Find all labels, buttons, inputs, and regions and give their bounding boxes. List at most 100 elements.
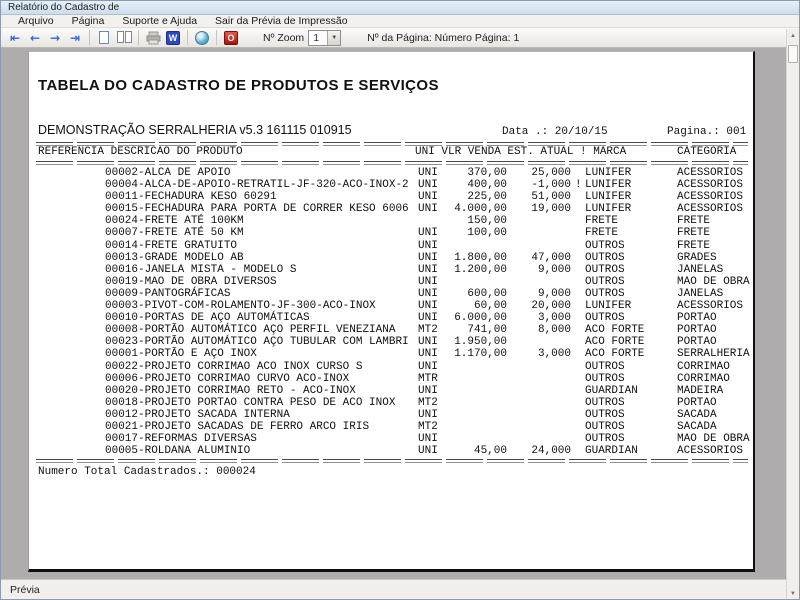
cell-categoria: PORTAO: [677, 336, 717, 348]
chevron-down-icon[interactable]: ▼: [327, 31, 340, 45]
cell-est-atual: 24,000: [515, 445, 571, 457]
column-header-referencia: REFERENCIA DESCRICAO DO PRODUTO: [38, 146, 243, 158]
cell-descricao: 00024-FRETE ATÉ 100KM: [105, 215, 244, 227]
two-page-view-button[interactable]: [116, 30, 132, 46]
menu-bar: Arquivo Página Suporte e Ajuda Sair da P…: [1, 15, 799, 28]
status-bar: Prévia: [1, 579, 800, 600]
first-page-icon: ⇤: [10, 31, 20, 45]
toolbar-separator: [216, 30, 217, 45]
vertical-scrollbar[interactable]: ▲ ▼: [786, 29, 799, 600]
cell-descricao: 00015-FECHADURA PARA PORTA DE CORRER KES…: [105, 203, 409, 215]
cell-marca: FRETE: [585, 227, 618, 239]
single-page-view-button[interactable]: [96, 30, 112, 46]
cell-uni: MT2: [418, 397, 438, 409]
cell-descricao: 00003-PIVOT-COM-ROLAMENTO-JF-300-ACO-INO…: [105, 300, 376, 312]
last-page-button[interactable]: ⇥: [67, 30, 83, 46]
cell-vlr-venda: 600,00: [427, 288, 507, 300]
table-row: 00003-PIVOT-COM-ROLAMENTO-JF-300-ACO-INO…: [29, 300, 753, 312]
table-row: 00020-PROJETO CORRIMAO RETO - ACO-INOX U…: [29, 385, 753, 397]
cell-vlr-venda: 60,00: [427, 300, 507, 312]
cell-marca: LUNIFER: [585, 203, 631, 215]
window-titlebar[interactable]: Relatório do Cadastro de: [1, 1, 799, 15]
toolbar-separator: [89, 30, 90, 45]
menu-pagina[interactable]: Página: [63, 15, 114, 28]
two-pages-icon: [117, 31, 132, 44]
cell-descricao: 00016-JANELA MISTA - MODELO S: [105, 264, 296, 276]
cell-uni: UNI: [418, 276, 438, 288]
cell-est-atual: -1,000: [515, 179, 571, 191]
cell-est-atual: 25,000: [515, 167, 571, 179]
cell-marca: OUTROS: [585, 288, 625, 300]
cell-categoria: MADEIRA: [677, 385, 723, 397]
cell-marca: ACO FORTE: [585, 336, 644, 348]
table-row: 00006-PROJETO CORRIMAO CURVO ACO-INOX MT…: [29, 373, 753, 385]
previous-page-button[interactable]: ←: [27, 30, 43, 46]
table-row: 00001-PORTÃO E AÇO INOX UNI 1.170,00 3,0…: [29, 348, 753, 360]
table-row: 00015-FECHADURA PARA PORTA DE CORRER KES…: [29, 203, 753, 215]
cell-est-atual: 9,000: [515, 264, 571, 276]
scrollbar-thumb[interactable]: [788, 45, 798, 63]
internet-button[interactable]: [194, 30, 210, 46]
menu-suporte-e-ajuda[interactable]: Suporte e Ajuda: [113, 15, 206, 28]
zoom-value: 1: [309, 32, 327, 44]
toolbar-separator: [187, 30, 188, 45]
cell-categoria: ACESSORIOS: [677, 179, 743, 191]
table-row: 00011-FECHADURA KESO 60291 UNI 225,00 51…: [29, 191, 753, 203]
cell-marca: LUNIFER: [585, 300, 631, 312]
cell-vlr-venda: 1.170,00: [427, 348, 507, 360]
cell-marca: OUTROS: [585, 264, 625, 276]
cell-uni: UNI: [418, 409, 438, 421]
scrollbar-down-icon[interactable]: ▼: [787, 587, 799, 600]
table-row: 00018-PROJETO PORTAO CONTRA PESO DE ACO …: [29, 397, 753, 409]
cell-descricao: 00012-PROJETO SACADA INTERNA: [105, 409, 290, 421]
table-row: 00012-PROJETO SACADA INTERNA UNI OUTROS …: [29, 409, 753, 421]
cell-categoria: GRADES: [677, 252, 717, 264]
cell-marca: OUTROS: [585, 240, 625, 252]
menu-arquivo[interactable]: Arquivo: [9, 15, 63, 28]
next-page-button[interactable]: →: [47, 30, 63, 46]
cell-marca: OUTROS: [585, 361, 625, 373]
cell-categoria: SERRALHERIA: [677, 348, 750, 360]
status-text: Prévia: [10, 584, 40, 596]
table-row: 00013-GRADE MODELO AB UNI 1.800,00 47,00…: [29, 252, 753, 264]
table-row: 00017-REFORMAS DIVERSAS UNI OUTROS MAO D…: [29, 433, 753, 445]
printer-icon: [146, 31, 161, 45]
cell-categoria: FRETE: [677, 215, 710, 227]
cell-vlr-venda: 1.950,00: [427, 336, 507, 348]
cell-descricao: 00014-FRETE GRATUITO: [105, 240, 237, 252]
cell-descricao: 00013-GRADE MODELO AB: [105, 252, 244, 264]
cell-marca: OUTROS: [585, 276, 625, 288]
separator-rule: [36, 459, 748, 463]
table-row: 00014-FRETE GRATUITO UNI OUTROS FRETE: [29, 240, 753, 252]
cell-categoria: ACESSORIOS: [677, 445, 743, 457]
cell-descricao: 00010-PORTAS DE AÇO AUTOMÁTICAS: [105, 312, 310, 324]
cell-descricao: 00005-ROLDANA ALUMINIO: [105, 445, 250, 457]
cell-descricao: 00001-PORTÃO E AÇO INOX: [105, 348, 257, 360]
print-button[interactable]: [145, 30, 161, 46]
page-number-info: Nº da Página: Número Página: 1: [367, 32, 519, 44]
column-header-categoria: CATEGORIA: [677, 146, 736, 158]
cell-marca: OUTROS: [585, 409, 625, 421]
table-row: 00021-PROJETO SACADAS DE FERRO ARCO IRIS…: [29, 421, 753, 433]
word-export-button[interactable]: W: [165, 30, 181, 46]
zoom-select[interactable]: 1 ▼: [308, 30, 341, 46]
menu-sair-da-previa[interactable]: Sair da Prévia de Impressão: [206, 15, 356, 28]
first-page-button[interactable]: ⇤: [7, 30, 23, 46]
cell-marca: OUTROS: [585, 252, 625, 264]
cell-vlr-venda: 225,00: [427, 191, 507, 203]
previous-page-icon: ←: [30, 31, 40, 45]
close-preview-icon: O: [224, 31, 238, 45]
close-preview-button[interactable]: O: [223, 30, 239, 46]
report-total-footer: Numero Total Cadastrados.: 000024: [38, 466, 256, 478]
cell-descricao: 00002-ALCA DE APOIO: [105, 167, 230, 179]
cell-est-atual: 20,000: [515, 300, 571, 312]
report-page-number: Pagina.: 001: [667, 126, 746, 138]
cell-marca: OUTROS: [585, 312, 625, 324]
cell-descricao: 00009-PANTOGRÁFICAS: [105, 288, 230, 300]
table-row: 00007-FRETE ATÉ 50 KM UNI 100,00 FRETE F…: [29, 227, 753, 239]
cell-categoria: ACESSORIOS: [677, 167, 743, 179]
column-header-valores: UNI VLR VENDA EST. ATUAL ! MARCA: [415, 146, 626, 158]
scrollbar-up-icon[interactable]: ▲: [787, 29, 799, 43]
separator-rule: [36, 161, 748, 165]
cell-uni: UNI: [418, 361, 438, 373]
